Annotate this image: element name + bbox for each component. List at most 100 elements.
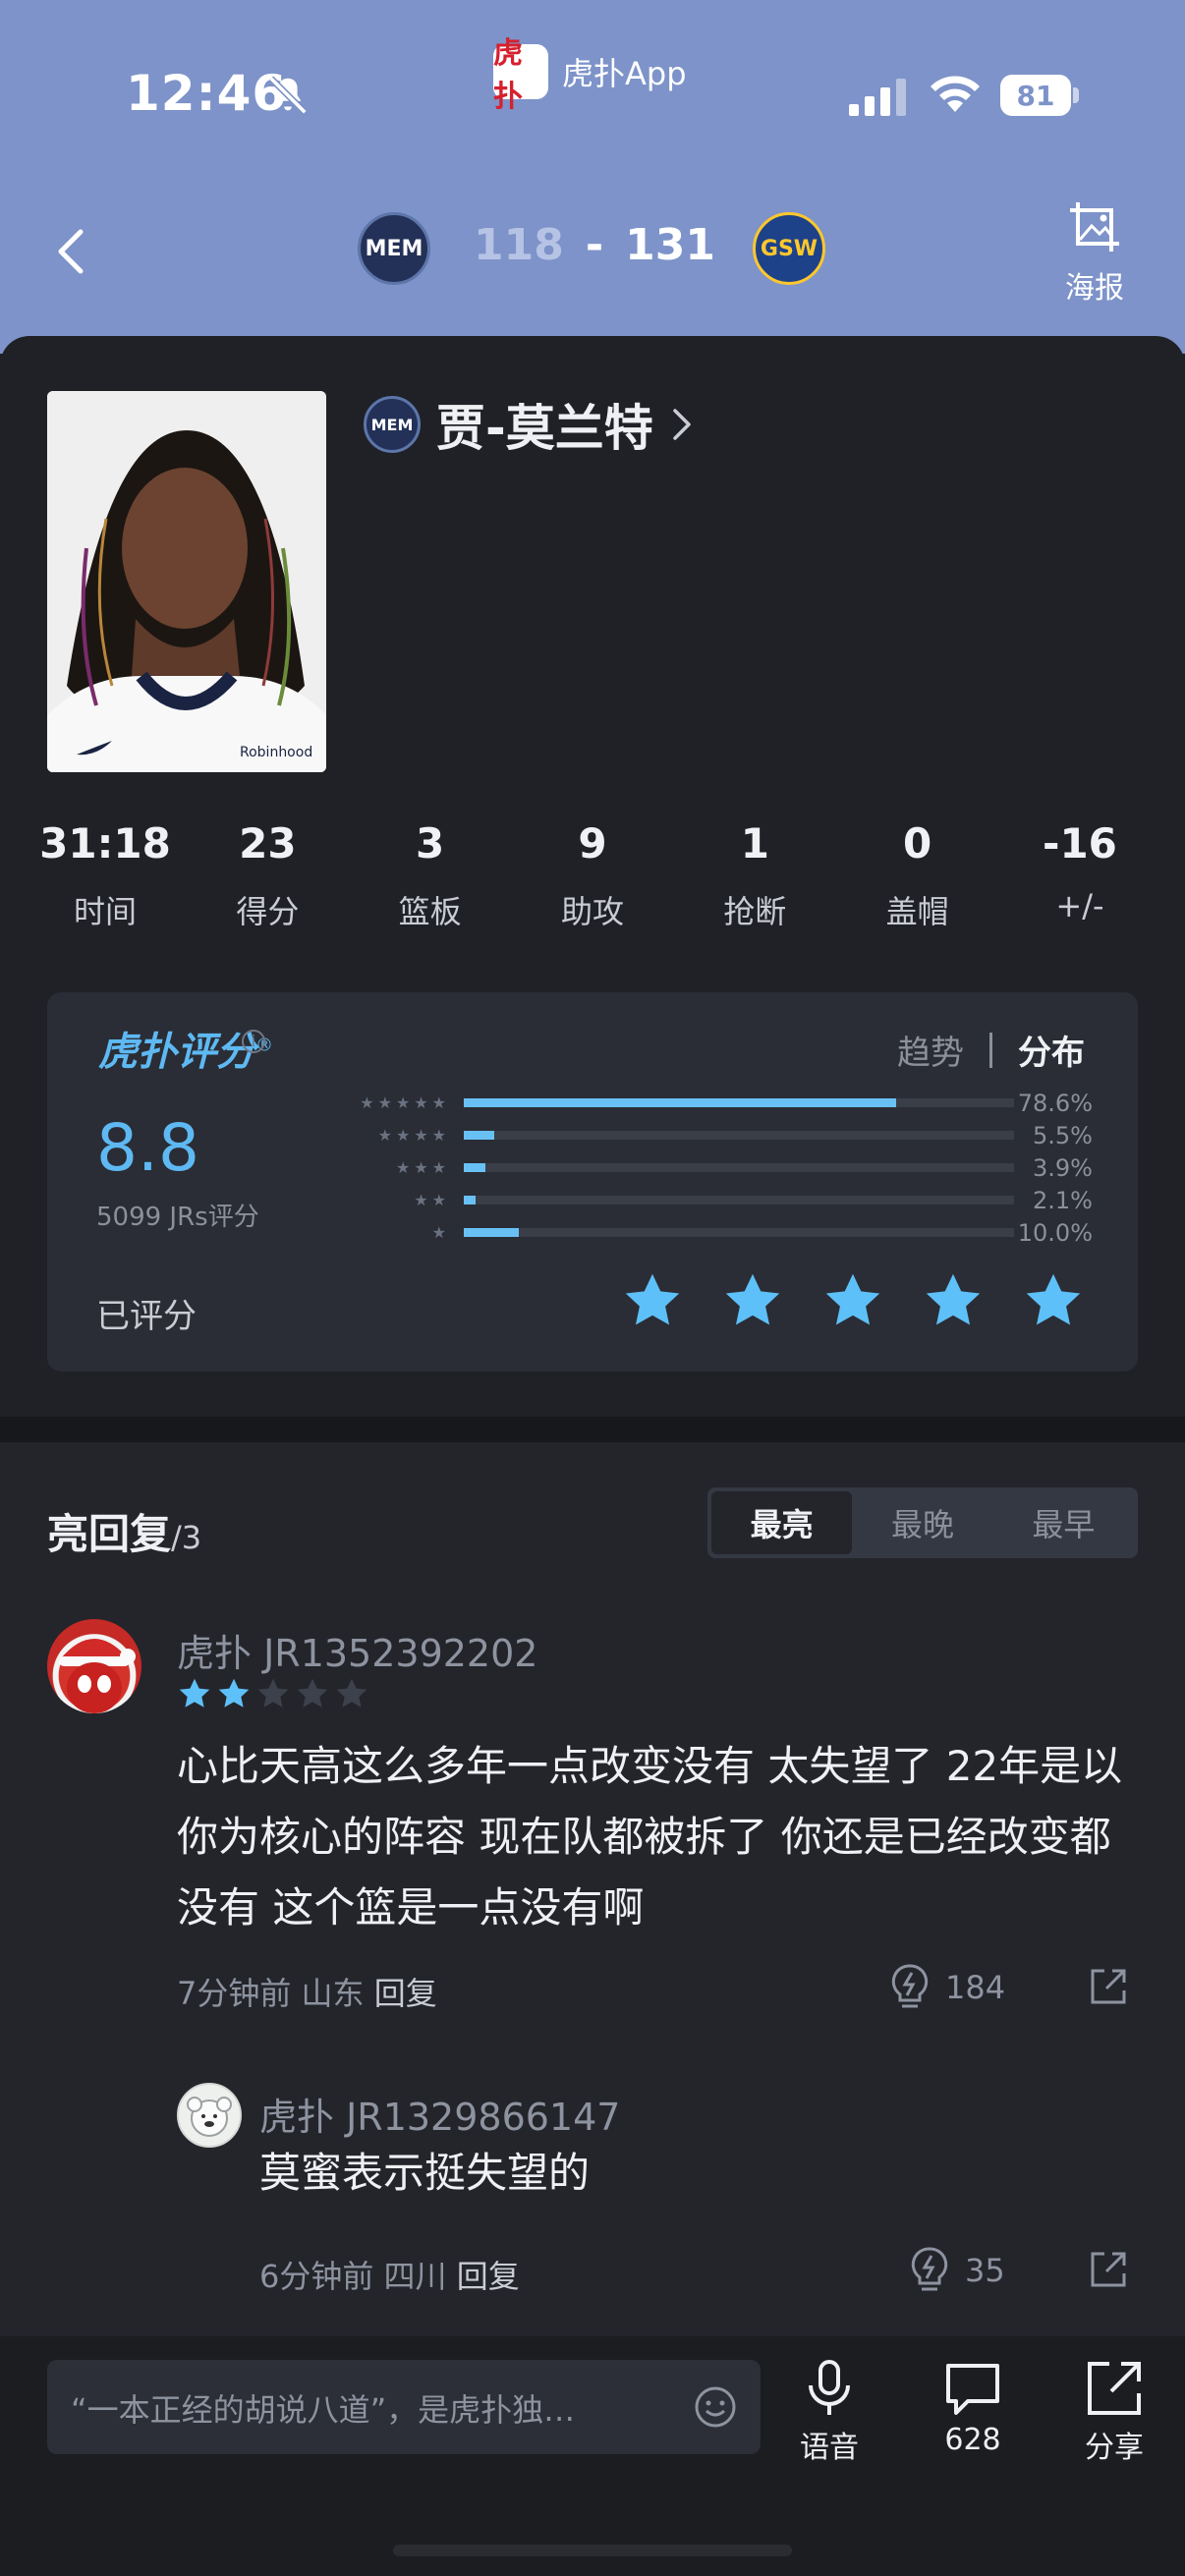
bar-fill xyxy=(464,1196,476,1204)
sort-tab-earliest[interactable]: 最早 xyxy=(993,1491,1134,1554)
back-to-app-badge[interactable]: 虎扑 虎扑App xyxy=(493,36,687,114)
comments-button[interactable]: 628 xyxy=(924,2358,1022,2457)
reply-time: 6分钟前 xyxy=(259,2258,374,2295)
reply-sort-tabs: 最亮 最晚 最早 xyxy=(707,1487,1138,1558)
highlight-replies: 亮回复/3 最亮 最晚 最早 虎扑 JR1352392202 心比天高这么多年一… xyxy=(0,1442,1185,2435)
chevron-right-icon xyxy=(673,409,691,440)
rating-tabs: 趋势 分布 xyxy=(897,1026,1085,1074)
tab-trend[interactable]: 趋势 xyxy=(897,1026,964,1074)
home-team-logo[interactable]: MEM xyxy=(358,212,430,285)
bottom-action-bar: “一本正经的胡说八道”，是虎扑独… 语音 628 分享 xyxy=(0,2336,1185,2576)
home-indicator xyxy=(393,2545,792,2556)
reply-location: 山东 xyxy=(301,1975,365,2012)
stat-value: 31:18 xyxy=(39,819,171,868)
comments-count: 628 xyxy=(944,2423,1001,2457)
reply-content: 莫蜜表示挺失望的 xyxy=(259,2149,591,2197)
poster-button[interactable]: 海报 xyxy=(1055,198,1134,307)
reply-button[interactable]: 回复 xyxy=(457,2258,520,2295)
stat-plus-minus: -16 +/- xyxy=(1002,819,1157,932)
avatar[interactable] xyxy=(177,2083,242,2148)
comment-input[interactable]: “一本正经的胡说八道”，是虎扑独… xyxy=(47,2360,761,2454)
lightbulb-icon xyxy=(911,2247,948,2291)
share-icon[interactable] xyxy=(1089,1967,1128,2006)
comment-bubble-icon xyxy=(946,2364,999,2415)
rating-count: 5099 JRs评分 xyxy=(96,1203,259,1232)
wifi-icon xyxy=(931,76,980,112)
away-score: 131 xyxy=(625,220,715,270)
top-header: 12:46 虎扑 虎扑App 81 MEM 118 - 131 GSW 海报 xyxy=(0,0,1185,354)
stat-label: 助攻 xyxy=(560,893,624,930)
bar-fill xyxy=(464,1228,519,1237)
user-star-icon xyxy=(255,1676,291,1715)
like-count: 35 xyxy=(965,2252,1005,2289)
stat-blocks: 0 盖帽 xyxy=(840,819,995,932)
away-team-logo[interactable]: GSW xyxy=(753,212,825,285)
sort-tab-latest[interactable]: 最晚 xyxy=(852,1491,992,1554)
stat-label: 得分 xyxy=(236,893,300,930)
replies-title: 亮回复/3 xyxy=(47,1501,201,1561)
match-nav-bar: MEM 118 - 131 GSW 海报 xyxy=(0,196,1185,307)
stat-value: 9 xyxy=(578,819,607,868)
distribution-row-5: ★★★★★ 78.6% xyxy=(307,1087,1093,1119)
player-card: Robinhood MEM 贾-莫兰特 31:18 时间 23 得分 3 篮板 9 助攻… xyxy=(0,336,1185,1417)
reply-meta: 7分钟前 山东 回复 xyxy=(177,1969,437,2014)
tab-distribution[interactable]: 分布 xyxy=(1018,1026,1085,1074)
lightbulb-icon xyxy=(891,1964,929,2008)
stat-value: -16 xyxy=(1043,819,1117,868)
user-star-icon xyxy=(334,1676,369,1715)
user-star-icon xyxy=(177,1676,212,1715)
row-stars: ★★★ xyxy=(395,1158,450,1177)
info-icon[interactable]: i xyxy=(242,1030,265,1053)
stat-label: 抢断 xyxy=(723,893,787,930)
home-score: 118 xyxy=(474,220,564,270)
stat-label: 盖帽 xyxy=(885,893,949,930)
rating-panel: 虎扑评分® i 趋势 分布 8.8 5099 JRs评分 ★★★★★ 78.6% … xyxy=(47,992,1138,1372)
battery-level: 81 xyxy=(1000,75,1071,116)
bar-fill xyxy=(464,1131,494,1140)
replies-title-text: 亮回复 xyxy=(47,1510,172,1558)
distribution-row-1: ★ 10.0% xyxy=(307,1216,1093,1249)
row-percent: 2.1% xyxy=(1033,1186,1093,1214)
stat-steals: 1 抢断 xyxy=(677,819,832,932)
reply-username[interactable]: 虎扑 JR1329866147 xyxy=(259,2087,620,2141)
row-percent: 5.5% xyxy=(1033,1121,1093,1149)
distribution-row-4: ★★★★ 5.5% xyxy=(307,1119,1093,1151)
bell-muted-icon xyxy=(268,76,308,115)
user-star-icon xyxy=(216,1676,252,1715)
battery-tip xyxy=(1073,87,1079,103)
stat-label: 篮板 xyxy=(398,893,462,930)
like-button[interactable]: 35 xyxy=(908,2246,1005,2295)
player-name-link[interactable]: MEM 贾-莫兰特 xyxy=(364,389,695,460)
rating-star-icon[interactable] xyxy=(721,1269,784,1336)
player-team-badge: MEM xyxy=(364,396,421,453)
row-stars: ★★★★★ xyxy=(360,1093,450,1112)
bar-track xyxy=(464,1131,1014,1140)
player-photo: Robinhood xyxy=(47,391,326,772)
bar-fill xyxy=(464,1098,897,1107)
share-button[interactable]: 分享 xyxy=(1065,2358,1163,2466)
like-button[interactable]: 184 xyxy=(888,1963,1005,2012)
back-arrow-icon[interactable] xyxy=(47,222,96,281)
share-icon[interactable] xyxy=(1089,2250,1128,2289)
stat-rebounds: 3 篮板 xyxy=(353,819,508,932)
rating-star-icon[interactable] xyxy=(922,1269,985,1336)
user-rating-stars[interactable] xyxy=(621,1269,1085,1336)
reply-user-rating xyxy=(177,1676,369,1715)
share-icon xyxy=(1088,2362,1141,2415)
stat-minutes: 31:18 时间 xyxy=(28,819,183,932)
rating-distribution: ★★★★★ 78.6% ★★★★ 5.5% ★★★ 3.9% ★★ 2.1% ★ 10.0… xyxy=(307,1087,1093,1249)
rating-star-icon[interactable] xyxy=(621,1269,684,1336)
player-stats: 31:18 时间 23 得分 3 篮板 9 助攻 1 抢断 0 盖帽 -16 +/- xyxy=(28,819,1157,932)
bar-track xyxy=(464,1098,1014,1107)
average-score: 8.8 xyxy=(96,1110,199,1186)
reply-button[interactable]: 回复 xyxy=(374,1975,437,2012)
rating-star-icon[interactable] xyxy=(1022,1269,1085,1336)
emoji-icon[interactable] xyxy=(694,2385,737,2429)
voice-button[interactable]: 语音 xyxy=(780,2358,878,2466)
user-star-icon xyxy=(295,1676,330,1715)
sort-tab-hot[interactable]: 最亮 xyxy=(711,1491,853,1554)
cellular-signal-icon xyxy=(849,79,906,116)
reply-username[interactable]: 虎扑 JR1352392202 xyxy=(177,1623,537,1677)
avatar[interactable] xyxy=(47,1619,141,1713)
rating-star-icon[interactable] xyxy=(821,1269,884,1336)
